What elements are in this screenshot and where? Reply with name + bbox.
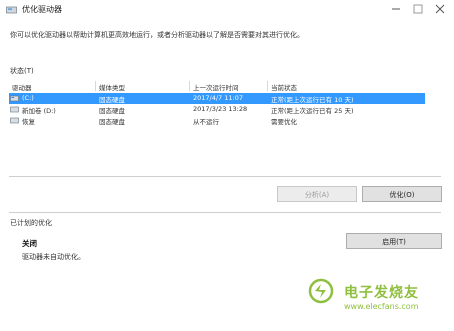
minimize-icon[interactable] bbox=[386, 2, 406, 16]
table-row-c-drive[interactable]: (C:) 固态硬盘 2017/4/7 11:07 正常(距上次运行已有 10 天… bbox=[9, 93, 425, 104]
column-header-last-run[interactable]: 上一次运行时间 bbox=[193, 82, 239, 92]
drive-table[interactable]: 驱动器 媒体类型 上一次运行时间 当前状态 (C:) 固态硬盘 2017/4/7… bbox=[9, 80, 441, 174]
column-divider[interactable] bbox=[95, 81, 96, 91]
enable-button[interactable]: 启用(T) bbox=[346, 233, 442, 249]
last-run-time: 2017/3/23 13:28 bbox=[193, 105, 248, 113]
optimize-drives-window: 优化驱动器 你可以优化驱动器以帮助计算机更高效地运行，或者分析驱动器以了解是否需… bbox=[0, 0, 454, 331]
table-row-d-drive[interactable]: 新加卷 (D:) 固态硬盘 2017/3/23 13:28 正常(距上次运行已有… bbox=[9, 104, 425, 115]
last-run-time: 从不运行 bbox=[193, 118, 219, 126]
analyze-button[interactable]: 分析(A) bbox=[277, 186, 357, 202]
section-divider bbox=[9, 212, 441, 213]
media-type: 固态硬盘 bbox=[99, 118, 125, 126]
table-row-recovery[interactable]: 恢复 固态硬盘 从不运行 需要优化 bbox=[9, 115, 425, 126]
watermark-url: www.elecfans.com bbox=[344, 302, 419, 311]
media-type: 固态硬盘 bbox=[99, 96, 125, 104]
drive-name: 新加卷 (D:) bbox=[22, 107, 56, 115]
column-divider[interactable] bbox=[267, 81, 268, 91]
drive-optimize-app-icon bbox=[6, 6, 17, 14]
description-text: 你可以优化驱动器以帮助计算机更高效地运行，或者分析驱动器以了解是否需要对其进行优… bbox=[10, 31, 304, 39]
system-drive-icon bbox=[10, 95, 19, 102]
drive-icon bbox=[10, 106, 19, 113]
optimize-button[interactable]: 优化(O) bbox=[362, 186, 442, 202]
watermark-text: 电子发烧友 bbox=[344, 285, 419, 301]
column-header-current-status[interactable]: 当前状态 bbox=[271, 82, 297, 92]
watermark-logo-icon bbox=[308, 278, 334, 304]
status-section-label: 状态(T) bbox=[10, 67, 34, 75]
drive-icon bbox=[10, 117, 19, 124]
current-status: 正常(距上次运行已有 25 天) bbox=[271, 107, 354, 115]
schedule-note: 驱动器未自动优化。 bbox=[22, 253, 85, 261]
maximize-icon[interactable] bbox=[408, 2, 428, 16]
current-status: 正常(距上次运行已有 10 天) bbox=[271, 96, 354, 104]
column-header-media-type[interactable]: 媒体类型 bbox=[99, 82, 125, 92]
current-status: 需要优化 bbox=[271, 118, 297, 126]
title-bar[interactable]: 优化驱动器 bbox=[0, 0, 454, 20]
table-bottom-border bbox=[9, 176, 441, 177]
media-type: 固态硬盘 bbox=[99, 107, 125, 115]
last-run-time: 2017/4/7 11:07 bbox=[193, 94, 243, 102]
table-header: 驱动器 媒体类型 上一次运行时间 当前状态 bbox=[9, 80, 441, 92]
window-title: 优化驱动器 bbox=[22, 5, 62, 14]
column-header-drive[interactable]: 驱动器 bbox=[12, 82, 32, 92]
scheduled-section-label: 已计划的优化 bbox=[10, 219, 52, 227]
drive-name: 恢复 bbox=[22, 118, 35, 126]
column-divider[interactable] bbox=[189, 81, 190, 91]
close-icon[interactable] bbox=[430, 2, 450, 16]
drive-name: (C:) bbox=[22, 94, 34, 102]
schedule-state: 关闭 bbox=[22, 239, 37, 248]
